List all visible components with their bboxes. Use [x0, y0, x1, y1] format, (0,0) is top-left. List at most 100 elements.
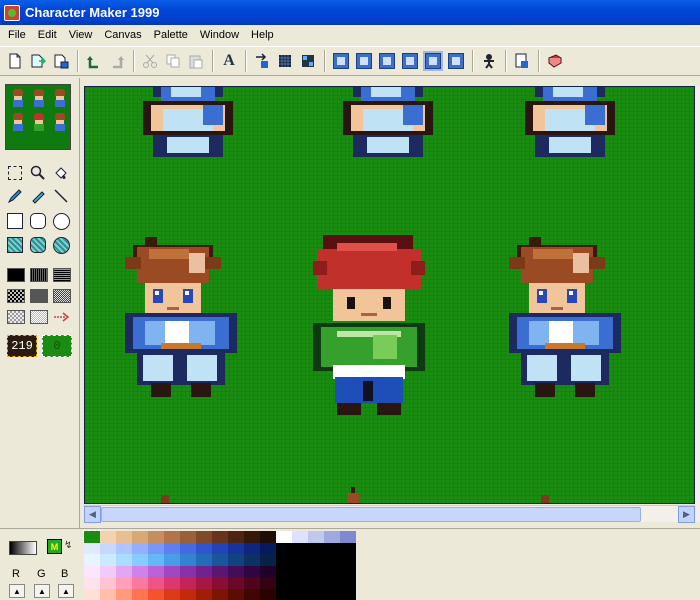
palette-swatch[interactable]	[340, 554, 356, 566]
pattern-solid[interactable]	[7, 268, 25, 282]
palette-swatch[interactable]	[132, 565, 148, 577]
pattern-gray[interactable]	[30, 289, 48, 303]
palette-swatch[interactable]	[308, 554, 324, 566]
color-palette[interactable]	[83, 530, 356, 600]
scroll-thumb[interactable]	[101, 507, 641, 522]
redo-icon[interactable]	[106, 50, 128, 72]
scroll-right-button[interactable]: ▶	[678, 506, 695, 523]
palette-swatch[interactable]	[228, 577, 244, 589]
menu-palette[interactable]: Palette	[148, 27, 194, 43]
palette-swatch[interactable]	[164, 577, 180, 589]
palette-swatch[interactable]	[308, 531, 324, 543]
palette-swatch[interactable]	[340, 531, 356, 543]
preview-icon[interactable]	[511, 50, 533, 72]
palette-swatch[interactable]	[244, 542, 260, 554]
palette-swatch[interactable]	[100, 554, 116, 566]
palette-swatch[interactable]	[340, 588, 356, 600]
palette-swatch[interactable]	[228, 554, 244, 566]
pencil-tool-icon[interactable]	[4, 185, 26, 207]
palette-swatch[interactable]	[100, 542, 116, 554]
palette-swatch[interactable]	[212, 542, 228, 554]
book-icon[interactable]	[544, 50, 566, 72]
pattern-checker[interactable]	[7, 289, 25, 303]
menu-view[interactable]: View	[63, 27, 99, 43]
palette-swatch[interactable]	[148, 577, 164, 589]
palette-swatch[interactable]	[292, 554, 308, 566]
palette-swatch[interactable]	[292, 531, 308, 543]
palette-swatch[interactable]	[83, 530, 101, 544]
red-up-button[interactable]: ▲	[9, 584, 25, 598]
filled-ellipse-tool-icon[interactable]	[50, 234, 72, 256]
palette-swatch[interactable]	[228, 588, 244, 600]
palette-swatch[interactable]	[100, 588, 116, 600]
palette-swatch[interactable]	[116, 565, 132, 577]
palette-swatch[interactable]	[228, 565, 244, 577]
palette-swatch[interactable]	[148, 531, 164, 543]
fill-tool-icon[interactable]	[50, 162, 72, 184]
palette-swatch[interactable]	[196, 588, 212, 600]
palette-swatch[interactable]	[164, 554, 180, 566]
horizontal-scrollbar[interactable]: ◀ ▶	[84, 505, 695, 523]
palette-swatch[interactable]	[324, 542, 340, 554]
paste-icon[interactable]	[185, 50, 207, 72]
open-icon[interactable]	[27, 50, 49, 72]
drawing-canvas[interactable]	[84, 86, 695, 504]
palette-swatch[interactable]	[180, 554, 196, 566]
rectangle-tool-icon[interactable]	[4, 210, 26, 232]
mode-icon[interactable]: M	[47, 539, 62, 554]
pattern-dense[interactable]	[30, 268, 48, 282]
palette-swatch[interactable]	[340, 565, 356, 577]
palette-swatch[interactable]	[212, 588, 228, 600]
palette-swatch[interactable]	[148, 565, 164, 577]
palette-swatch[interactable]	[84, 542, 100, 554]
palette-swatch[interactable]	[292, 577, 308, 589]
gradient-tool-icon[interactable]	[9, 541, 37, 555]
palette-swatch[interactable]	[260, 542, 276, 554]
palette-swatch[interactable]	[164, 531, 180, 543]
sprite-preview-thumbnail[interactable]	[5, 84, 71, 150]
palette-swatch[interactable]	[308, 542, 324, 554]
palette-swatch[interactable]	[132, 554, 148, 566]
palette-swatch[interactable]	[276, 542, 292, 554]
palette-swatch[interactable]	[244, 531, 260, 543]
palette-swatch[interactable]	[260, 531, 276, 543]
palette-swatch[interactable]	[276, 588, 292, 600]
text-icon[interactable]: A	[218, 50, 240, 72]
palette-swatch[interactable]	[180, 531, 196, 543]
palette-swatch[interactable]	[244, 554, 260, 566]
palette-swatch[interactable]	[324, 554, 340, 566]
select-tool-icon[interactable]	[4, 162, 26, 184]
pattern-lighter[interactable]	[30, 310, 48, 324]
palette-swatch[interactable]	[116, 588, 132, 600]
palette-swatch[interactable]	[212, 554, 228, 566]
palette-swatch[interactable]	[196, 542, 212, 554]
palette-swatch[interactable]	[100, 577, 116, 589]
undo-icon[interactable]	[83, 50, 105, 72]
palette-swatch[interactable]	[100, 565, 116, 577]
dropdown-arrow-icon[interactable]: ↯	[64, 540, 72, 551]
pattern-light[interactable]	[7, 310, 25, 324]
brush-tool-icon[interactable]	[27, 185, 49, 207]
palette-swatch[interactable]	[324, 565, 340, 577]
palette-swatch[interactable]	[132, 588, 148, 600]
scroll-left-button[interactable]: ◀	[84, 506, 101, 523]
ellipse-tool-icon[interactable]	[50, 210, 72, 232]
palette-swatch[interactable]	[180, 577, 196, 589]
palette-swatch[interactable]	[164, 588, 180, 600]
palette-swatch[interactable]	[164, 565, 180, 577]
palette-swatch[interactable]	[276, 565, 292, 577]
palette-swatch[interactable]	[116, 542, 132, 554]
palette-swatch[interactable]	[276, 577, 292, 589]
line-tool-icon[interactable]	[50, 185, 72, 207]
palette-swatch[interactable]	[164, 542, 180, 554]
view6-icon[interactable]	[445, 50, 467, 72]
vertical-scrollbar[interactable]	[695, 86, 700, 522]
palette-swatch[interactable]	[84, 565, 100, 577]
palette-swatch[interactable]	[292, 588, 308, 600]
palette-swatch[interactable]	[212, 531, 228, 543]
filled-rect-tool-icon[interactable]	[4, 234, 26, 256]
palette-swatch[interactable]	[324, 531, 340, 543]
palette-swatch[interactable]	[148, 542, 164, 554]
palette-swatch[interactable]	[212, 577, 228, 589]
view5-icon[interactable]	[422, 50, 444, 72]
